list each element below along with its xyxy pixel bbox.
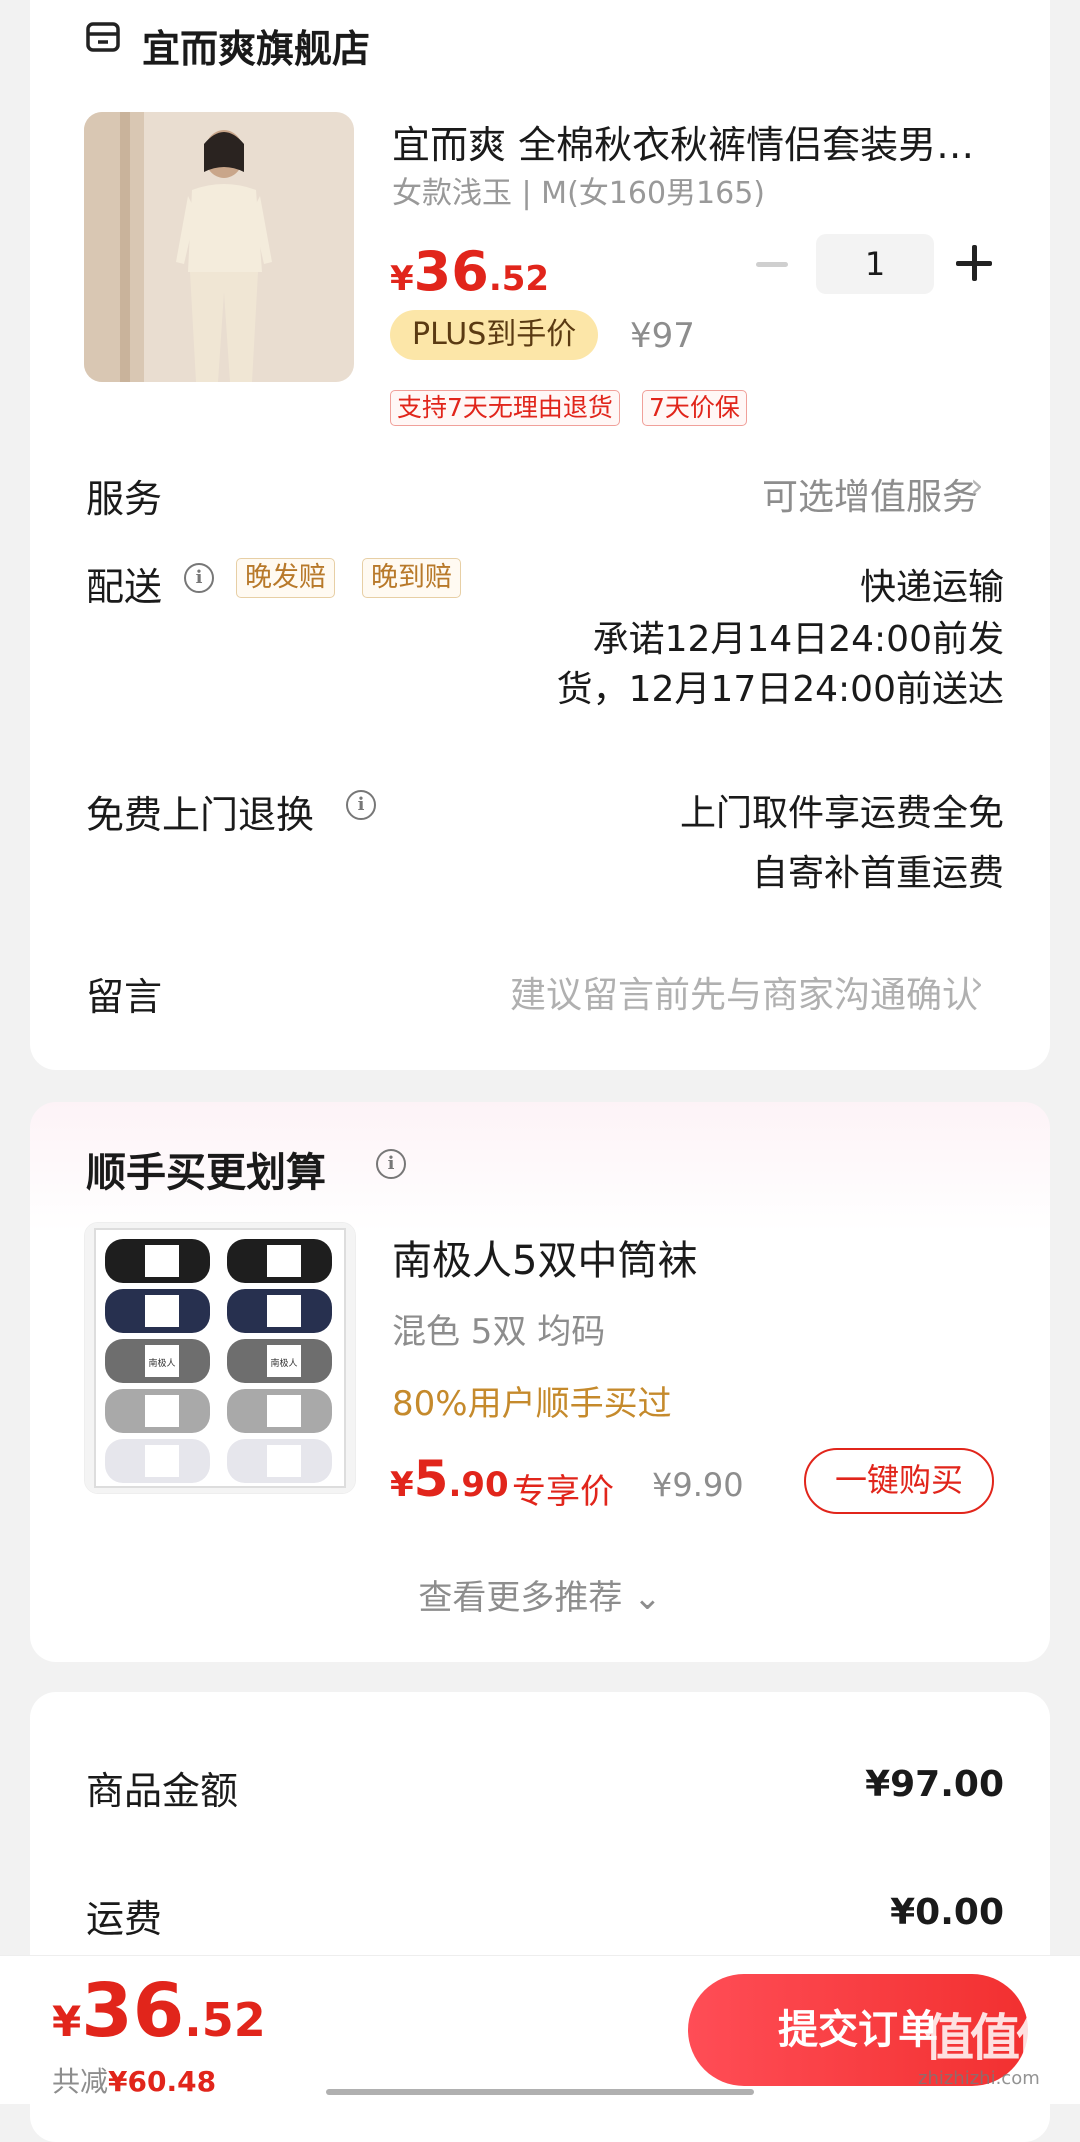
addon-exclusive-label: 专享价	[512, 1472, 614, 1512]
goods-amount-value: ¥97.00	[865, 1764, 1004, 1805]
socks-box-brand-2: 南极人	[270, 1357, 297, 1369]
service-value[interactable]: 可选增值服务	[762, 468, 978, 520]
total-price: ¥36.52	[52, 1968, 266, 2054]
addon-price-decimal: .90	[448, 1465, 509, 1505]
store-name[interactable]: 宜而爽旗舰店	[142, 18, 370, 73]
product-photo	[84, 112, 354, 382]
service-label: 服务	[86, 477, 163, 521]
late-arrival-compensation-tag: 晚到赔	[362, 558, 461, 598]
home-indicator[interactable]	[326, 2089, 754, 2095]
free-return-label: 免费上门退换	[86, 793, 315, 837]
socks-image[interactable]: 南极人 南极人	[84, 1222, 356, 1494]
more-recommendations-label: 查看更多推荐	[418, 1578, 623, 1618]
goods-amount-label: 商品金额	[86, 1769, 239, 1813]
delivery-info-icon[interactable]: i	[184, 563, 214, 593]
price-decimal: .52	[488, 259, 550, 299]
shipping-value: ¥0.00	[890, 1892, 1004, 1933]
late-ship-compensation-tag: 晚发赔	[236, 558, 335, 598]
product-image[interactable]	[84, 112, 354, 382]
total-decimal: .52	[184, 1993, 266, 2047]
service-chevron-icon[interactable]: ›	[970, 466, 984, 506]
quantity-increase-button[interactable]	[956, 244, 996, 284]
more-recommendations-link[interactable]: 查看更多推荐 ⌄	[0, 1570, 1080, 1619]
discount-value: ¥60.48	[108, 2065, 217, 2098]
delivery-promise-line2: 货，12月17日24:00前送达	[556, 669, 1004, 710]
socks-photo: 南极人 南极人	[85, 1223, 355, 1493]
message-chevron-icon[interactable]: ›	[970, 964, 984, 1004]
chevron-down-icon: ⌄	[633, 1578, 662, 1618]
plus-price-badge: PLUS到手价	[390, 310, 599, 360]
addon-price-symbol: ¥	[390, 1465, 414, 1505]
addon-section-title: 顺手买更划算	[86, 1150, 326, 1196]
addon-title[interactable]: 南极人5双中筒袜	[392, 1228, 697, 1286]
product-title[interactable]: 宜而爽 全棉秋衣秋裤情侣套装男…	[392, 114, 992, 169]
product-spec[interactable]: 女款浅玉 | M(女160男165)	[392, 168, 765, 212]
discount-summary[interactable]: 共减¥60.48	[52, 2060, 216, 2100]
price-integer: 36	[413, 240, 489, 303]
addon-buyers-tag: 80%用户顺手买过	[392, 1384, 672, 1424]
watermark-url: zhizhizhi.com	[918, 2068, 1040, 2089]
addon-spec[interactable]: 混色 5双 均码	[392, 1304, 605, 1353]
socks-box-brand: 南极人	[148, 1357, 175, 1369]
shipping-label: 运费	[86, 1897, 163, 1941]
delivery-method[interactable]: 快递运输	[860, 558, 1004, 610]
message-label: 留言	[86, 975, 163, 1019]
price-protection-tag: 7天价保	[642, 390, 747, 426]
addon-price: ¥5.90	[390, 1450, 509, 1508]
message-input[interactable]: 建议留言前先与商家沟通确认	[510, 966, 978, 1018]
return-policy-tag: 支持7天无理由退货	[390, 390, 620, 426]
discount-label: 共减	[52, 2065, 109, 2098]
price-symbol: ¥	[390, 259, 414, 299]
original-price: ¥97	[630, 316, 695, 356]
quantity-decrease-button[interactable]	[756, 262, 788, 267]
free-return-info-icon[interactable]: i	[346, 790, 376, 820]
free-return-line2: 自寄补首重运费	[751, 853, 1004, 894]
addon-info-icon[interactable]: i	[376, 1149, 406, 1179]
store-icon	[86, 22, 120, 52]
addon-original-price: ¥9.90	[652, 1466, 744, 1504]
quantity-input[interactable]: 1	[816, 234, 934, 294]
delivery-promise-line1: 承诺12月14日24:00前发	[592, 619, 1004, 660]
total-integer: 36	[81, 1968, 185, 2054]
delivery-label: 配送	[86, 565, 163, 609]
watermark: 值值值	[924, 2009, 1066, 2067]
one-click-buy-button[interactable]: 一键购买	[804, 1448, 994, 1514]
free-return-line1: 上门取件享运费全免	[679, 793, 1004, 834]
addon-price-integer: 5	[413, 1450, 449, 1508]
total-symbol: ¥	[52, 1997, 82, 2046]
product-price: ¥36.52	[390, 240, 549, 303]
